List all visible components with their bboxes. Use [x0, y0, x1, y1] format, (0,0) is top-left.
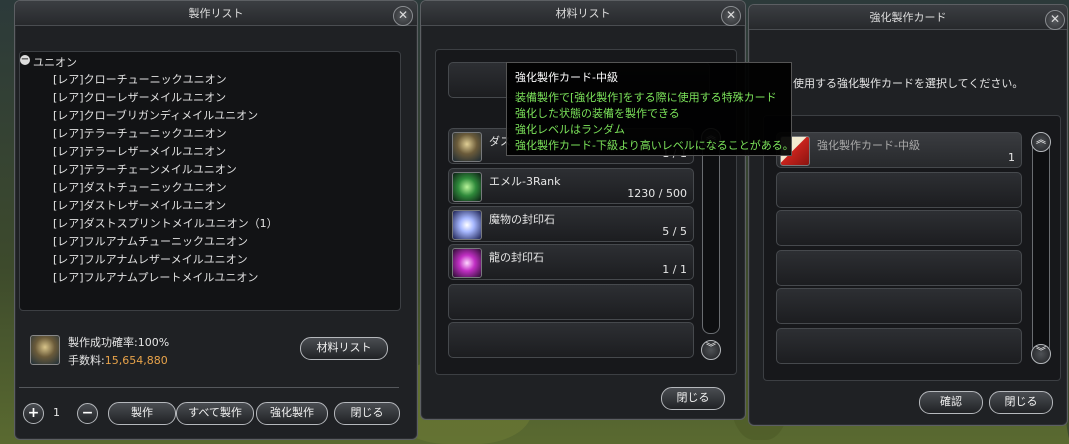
card-slot-empty[interactable]: [776, 288, 1022, 324]
card-slot-empty[interactable]: [776, 172, 1022, 208]
material-slot-empty[interactable]: [448, 322, 694, 358]
tree-item[interactable]: [レア]フルアナムチューニックユニオン: [53, 233, 248, 249]
dust-material-icon: [452, 132, 482, 162]
tooltip-line: 強化製作カード-下級より高いレベルになることがある。: [515, 139, 794, 152]
fee-value: 15,654,880: [104, 354, 168, 367]
card-slot[interactable]: 強化製作カード-中級 1: [776, 132, 1022, 168]
tree-item[interactable]: [レア]ダストレザーメイルユニオン: [53, 197, 226, 213]
tree-item[interactable]: [レア]ダストチューニックユニオン: [53, 179, 227, 195]
tree-item[interactable]: [レア]テラーレザーメイルユニオン: [53, 143, 226, 159]
monster-seal-stone-icon: [452, 210, 482, 240]
scroll-down-icon[interactable]: ︾: [701, 340, 721, 360]
crafting-list-close-icon[interactable]: ✕: [393, 6, 413, 26]
crafting-tree-box: − ユニオン [レア]クローチューニックユニオン [レア]クローレザーメイルユニ…: [19, 51, 401, 311]
material-slot-empty[interactable]: [448, 284, 694, 320]
card-scroll-down-icon[interactable]: ︾: [1031, 344, 1051, 364]
card-slot-empty[interactable]: [776, 250, 1022, 286]
material-slot[interactable]: エメル-3Rank 1230 / 500: [448, 168, 694, 204]
material-name: 龍の封印石: [489, 251, 544, 264]
tree-item[interactable]: [レア]フルアナムプレートメイルユニオン: [53, 269, 258, 285]
confirm-button[interactable]: 確認: [919, 391, 983, 414]
quantity-decrease-button[interactable]: −: [77, 403, 98, 424]
tooltip-line: 強化レベルはランダム: [515, 123, 625, 136]
crafted-item-icon: [30, 335, 60, 365]
card-scroll-up-icon[interactable]: ︽: [1031, 132, 1051, 152]
panel-divider: [19, 387, 399, 388]
quantity-increase-button[interactable]: +: [23, 403, 44, 424]
crafting-list-title: 製作リスト: [15, 1, 417, 26]
dragon-seal-stone-icon: [452, 248, 482, 278]
item-tooltip: 強化製作カード-中級 装備製作で[強化製作]をする際に使用する特殊カード 強化し…: [506, 62, 794, 156]
material-name: 魔物の封印石: [489, 213, 555, 226]
tree-item[interactable]: [レア]テラーチェーンメイルユニオン: [53, 161, 237, 177]
tree-item[interactable]: [レア]ダストスプリントメイルユニオン（1）: [53, 215, 278, 231]
tree-item[interactable]: [レア]テラーチューニックユニオン: [53, 125, 227, 141]
material-list-button[interactable]: 材料リスト: [300, 337, 388, 360]
crafting-list-panel: 製作リスト ✕ − ユニオン [レア]クローチューニックユニオン [レア]クロー…: [14, 0, 418, 440]
card-slot-empty[interactable]: [776, 328, 1022, 364]
card-instruction: 使用する強化製作カードを選択してください。: [793, 77, 1024, 90]
material-list-title: 材料リスト: [421, 1, 745, 26]
card-slot-empty[interactable]: [776, 210, 1022, 246]
fee-row: 手数料:15,654,880: [68, 352, 168, 368]
material-qty: 5 / 5: [662, 225, 687, 238]
material-qty: 1 / 1: [662, 263, 687, 276]
tooltip-title: 強化製作カード-中級: [515, 71, 618, 84]
tree-item[interactable]: [レア]フルアナムレザーメイルユニオン: [53, 251, 248, 267]
tree-item[interactable]: [レア]クローブリガンディメイルユニオン: [53, 107, 258, 123]
card-qty: 1: [1008, 151, 1015, 164]
material-slot[interactable]: 魔物の封印石 5 / 5: [448, 206, 694, 242]
emel-gem-icon: [452, 172, 482, 202]
tooltip-line: 装備製作で[強化製作]をする際に使用する特殊カード: [515, 91, 777, 104]
material-list-close-icon[interactable]: ✕: [721, 6, 741, 26]
enhance-card-panel: 強化製作カード ✕ 使用する強化製作カードを選択してください。 強化製作カード-…: [748, 4, 1068, 426]
tree-item[interactable]: [レア]クローレザーメイルユニオン: [53, 89, 226, 105]
material-scrollbar[interactable]: [702, 132, 720, 334]
material-slot[interactable]: 龍の封印石 1 / 1: [448, 244, 694, 280]
tree-root-label[interactable]: ユニオン: [33, 54, 77, 70]
enhance-card-close-icon[interactable]: ✕: [1045, 10, 1065, 30]
enhance-card-close-button[interactable]: 閉じる: [989, 391, 1053, 414]
card-list-box: 強化製作カード-中級 1 ︽ ︾: [763, 115, 1061, 381]
enhance-card-title: 強化製作カード: [749, 5, 1067, 30]
material-name: エメル-3Rank: [489, 175, 561, 188]
success-rate-text: 製作成功確率:100%: [68, 336, 170, 349]
card-scrollbar[interactable]: [1032, 136, 1050, 354]
material-close-button[interactable]: 閉じる: [661, 387, 725, 410]
fee-label: 手数料:: [68, 354, 105, 367]
crafting-close-button[interactable]: 閉じる: [334, 402, 400, 425]
card-name: 強化製作カード-中級: [817, 139, 920, 152]
quantity-value[interactable]: 1: [53, 406, 60, 419]
tree-item[interactable]: [レア]クローチューニックユニオン: [53, 71, 227, 87]
tooltip-line: 強化した状態の装備を製作できる: [515, 107, 680, 120]
craft-button[interactable]: 製作: [108, 402, 176, 425]
material-qty: 1230 / 500: [627, 187, 687, 200]
enhance-craft-button[interactable]: 強化製作: [256, 402, 328, 425]
tree-collapse-icon[interactable]: −: [20, 55, 30, 65]
craft-all-button[interactable]: すべて製作: [176, 402, 254, 425]
